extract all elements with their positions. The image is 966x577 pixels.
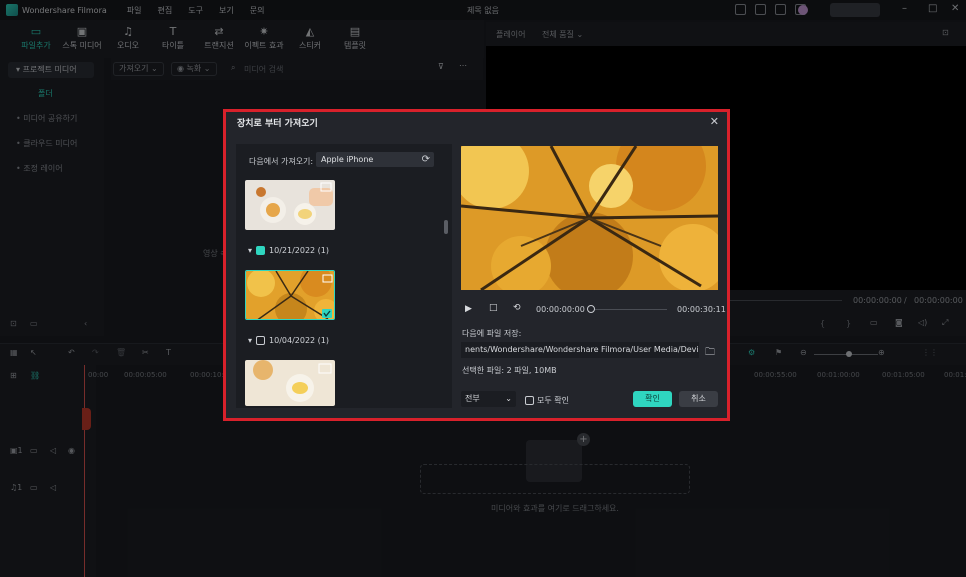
breakfast-photo: [245, 180, 335, 230]
refresh-icon[interactable]: ⟳: [422, 152, 430, 167]
date-group-2[interactable]: ▾ 10/04/2022 (1): [248, 336, 329, 345]
autumn-trees-preview: [461, 146, 718, 290]
browse-folder-icon[interactable]: 🗀: [705, 345, 715, 362]
date-group-1[interactable]: ▾ 10/21/2022 (1): [248, 246, 329, 255]
expand-icon[interactable]: ▾: [248, 246, 252, 255]
cancel-button[interactable]: 취소: [679, 391, 718, 407]
ok-button[interactable]: 확인: [633, 391, 672, 407]
dialog-title: 장치로 부터 가져오기: [237, 119, 318, 129]
confirm-all-box[interactable]: [525, 396, 534, 405]
stop-icon[interactable]: □: [489, 303, 498, 313]
group-2-checkbox[interactable]: [256, 336, 266, 345]
source-label: 다음에서 가져오기:: [249, 157, 314, 166]
filmora-window: Wondershare Filmora 파일 편집 도구 보기 문의 제목 없음…: [0, 0, 966, 577]
autumn-trees-photo: [246, 271, 334, 319]
chevron-down-icon: ⌄: [505, 394, 512, 403]
loop-icon[interactable]: ⟲: [513, 303, 521, 313]
dialog-current-time: 00:00:00:00: [536, 305, 585, 314]
save-path-field[interactable]: nents/Wondershare/Wondershare Filmora/Us…: [461, 342, 699, 358]
media-thumbnail[interactable]: [245, 180, 335, 230]
close-icon[interactable]: ✕: [710, 115, 719, 128]
dialog-total-time: 00:00:30:11: [677, 305, 726, 314]
device-media-list: 다음에서 가져오기: Apple iPhone ⟳ ▾ 10/21/2022 (…: [236, 144, 452, 408]
save-location-label: 다음에 파일 저장:: [462, 329, 522, 338]
dialog-progress-track[interactable]: [591, 309, 667, 310]
filter-dropdown[interactable]: 전부 ⌄: [461, 391, 516, 407]
selected-files-info: 선택한 파일: 2 파일, 10MB: [462, 366, 557, 375]
play-icon[interactable]: ▶: [465, 304, 472, 314]
source-select[interactable]: Apple iPhone ⟳: [316, 152, 434, 167]
media-thumbnail-selected[interactable]: [245, 270, 335, 320]
expand-icon[interactable]: ▾: [248, 336, 252, 345]
media-thumbnail[interactable]: [245, 360, 335, 406]
list-scrollbar[interactable]: [444, 220, 448, 234]
breakfast-photo-2: [245, 360, 335, 406]
group-1-checkbox[interactable]: [256, 246, 266, 255]
confirm-all-checkbox[interactable]: 모두 확인: [525, 395, 569, 406]
dialog-preview-video: [461, 146, 718, 290]
dialog-progress-knob[interactable]: [587, 305, 595, 313]
